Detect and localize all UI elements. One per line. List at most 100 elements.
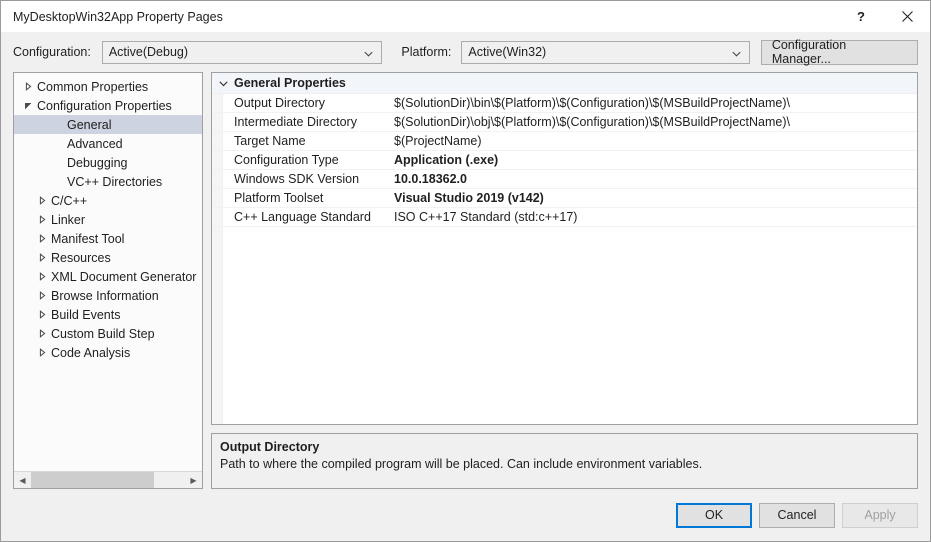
tree-item-label: Code Analysis [51,345,131,360]
tree-item-advanced[interactable]: Advanced [14,134,202,153]
grid-row-value[interactable]: Application (.exe) [392,153,917,167]
title-bar-buttons: ? [838,1,930,32]
grid-row-name: Configuration Type [234,153,339,167]
tree-item-label: Resources [51,250,111,265]
window-title: MyDesktopWin32App Property Pages [13,9,223,24]
grid-row-value[interactable]: $(ProjectName) [392,134,917,148]
description-title: Output Directory [220,440,320,454]
grid-row-name: Target Name [234,134,306,148]
platform-combobox[interactable]: Active(Win32) [461,40,750,64]
scroll-left-button[interactable]: ◀ [14,472,31,488]
tree-item-general[interactable]: General [14,115,202,134]
dialog-footer: OK Cancel Apply [1,489,930,541]
tree-item-label: Manifest Tool [51,231,125,246]
property-description-pane: Output Directory Path to where the compi… [211,433,918,489]
grid-row-name: Windows SDK Version [234,172,360,186]
chevron-down-icon[interactable] [212,79,234,88]
grid-row[interactable]: Platform Toolset Visual Studio 2019 (v142… [212,189,917,208]
scrollbar-track[interactable] [31,472,185,488]
grid-row-name: C++ Language Standard [234,210,371,224]
grid-row-value[interactable]: Visual Studio 2019 (v142) [392,191,917,205]
properties-tree-pane: Common Properties Configuration Propertie… [13,72,203,489]
tree-item-label: Debugging [67,155,128,170]
triangle-down-icon[interactable] [20,101,36,110]
properties-grid[interactable]: General Properties Output Directory $(Sol… [211,72,918,425]
grid-section-header[interactable]: General Properties [212,73,917,94]
grid-row-name: Intermediate Directory [234,115,357,129]
configuration-manager-button[interactable]: Configuration Manager... [760,38,918,66]
dialog-content: Common Properties Configuration Propertie… [1,72,930,489]
apply-button: Apply [842,502,918,528]
tree-item-configuration-properties[interactable]: Configuration Properties [14,96,202,115]
triangle-right-icon[interactable] [34,272,50,281]
triangle-right-icon[interactable] [34,196,50,205]
grid-row[interactable]: C++ Language Standard ISO C++17 Standard … [212,208,917,227]
scroll-right-button[interactable]: ▶ [185,472,202,488]
close-button[interactable] [884,1,930,32]
grid-row-value[interactable]: $(SolutionDir)\bin\$(Platform)\$(Configu… [392,96,917,110]
tree-item-debugging[interactable]: Debugging [14,153,202,172]
grid-row-value[interactable]: $(SolutionDir)\obj\$(Platform)\$(Configu… [392,115,917,129]
grid-section-header-label: General Properties [234,76,346,90]
tree-item-xml-document-generator[interactable]: XML Document Generator [14,267,202,286]
platform-label: Platform: [401,45,452,59]
triangle-right-icon[interactable] [34,291,50,300]
grid-row[interactable]: Windows SDK Version 10.0.18362.0 [212,170,917,189]
triangle-right-icon[interactable] [34,329,50,338]
properties-tree[interactable]: Common Properties Configuration Propertie… [14,73,202,471]
grid-row-name: Platform Toolset [234,191,324,205]
triangle-right-icon[interactable] [20,82,36,91]
tree-item-c-c[interactable]: C/C++ [14,191,202,210]
tree-item-label: Build Events [51,307,121,322]
tree-item-label: Browse Information [51,288,159,303]
triangle-right-icon[interactable] [34,215,50,224]
tree-item-browse-information[interactable]: Browse Information [14,286,202,305]
tree-item-label: C/C++ [51,193,88,208]
tree-item-vc-directories[interactable]: VC++ Directories [14,172,202,191]
tree-item-code-analysis[interactable]: Code Analysis [14,343,202,362]
tree-horizontal-scrollbar[interactable]: ◀ ▶ [14,471,202,488]
configuration-combobox-value: Active(Debug) [108,45,189,59]
grid-row[interactable]: Configuration Type Application (.exe) [212,151,917,170]
tree-item-label: Custom Build Step [51,326,155,341]
properties-right-pane: General Properties Output Directory $(Sol… [211,72,918,489]
chevron-left-icon: ◀ [19,475,26,485]
tree-item-label: Configuration Properties [37,98,172,113]
help-button[interactable]: ? [838,1,884,32]
cancel-button[interactable]: Cancel [759,502,835,528]
tree-item-label: XML Document Generator [51,269,197,284]
close-icon [901,11,913,22]
description-text: Path to where the compiled program will … [220,457,703,471]
tree-item-label: Common Properties [37,79,149,94]
tree-item-build-events[interactable]: Build Events [14,305,202,324]
grid-row[interactable]: Target Name $(ProjectName) [212,132,917,151]
chevron-right-icon: ▶ [190,475,197,485]
tree-item-label: VC++ Directories [67,174,163,189]
title-bar: MyDesktopWin32App Property Pages ? [1,1,930,32]
tree-item-custom-build-step[interactable]: Custom Build Step [14,324,202,343]
chevron-down-icon [732,48,741,57]
property-pages-dialog: MyDesktopWin32App Property Pages ? Confi… [0,0,931,542]
triangle-right-icon[interactable] [34,234,50,243]
configuration-bar: Configuration: Active(Debug) Platform: A… [1,32,930,72]
tree-item-manifest-tool[interactable]: Manifest Tool [14,229,202,248]
tree-item-label: General [67,117,112,132]
triangle-right-icon[interactable] [34,310,50,319]
tree-item-resources[interactable]: Resources [14,248,202,267]
grid-row-value[interactable]: 10.0.18362.0 [392,172,917,186]
configuration-combobox[interactable]: Active(Debug) [101,40,383,64]
chevron-down-icon [364,48,373,57]
grid-row-value[interactable]: ISO C++17 Standard (std:c++17) [392,210,917,224]
tree-item-linker[interactable]: Linker [14,210,202,229]
triangle-right-icon[interactable] [34,348,50,357]
platform-combobox-value: Active(Win32) [468,45,547,59]
triangle-right-icon[interactable] [34,253,50,262]
grid-row[interactable]: Output Directory $(SolutionDir)\bin\$(Pla… [212,94,917,113]
ok-button[interactable]: OK [676,502,752,528]
grid-row-name: Output Directory [234,96,326,110]
grid-row[interactable]: Intermediate Directory $(SolutionDir)\obj… [212,113,917,132]
tree-item-label: Advanced [67,136,123,151]
tree-item-common-properties[interactable]: Common Properties [14,77,202,96]
question-mark-icon: ? [857,9,865,24]
scrollbar-thumb[interactable] [31,472,155,488]
